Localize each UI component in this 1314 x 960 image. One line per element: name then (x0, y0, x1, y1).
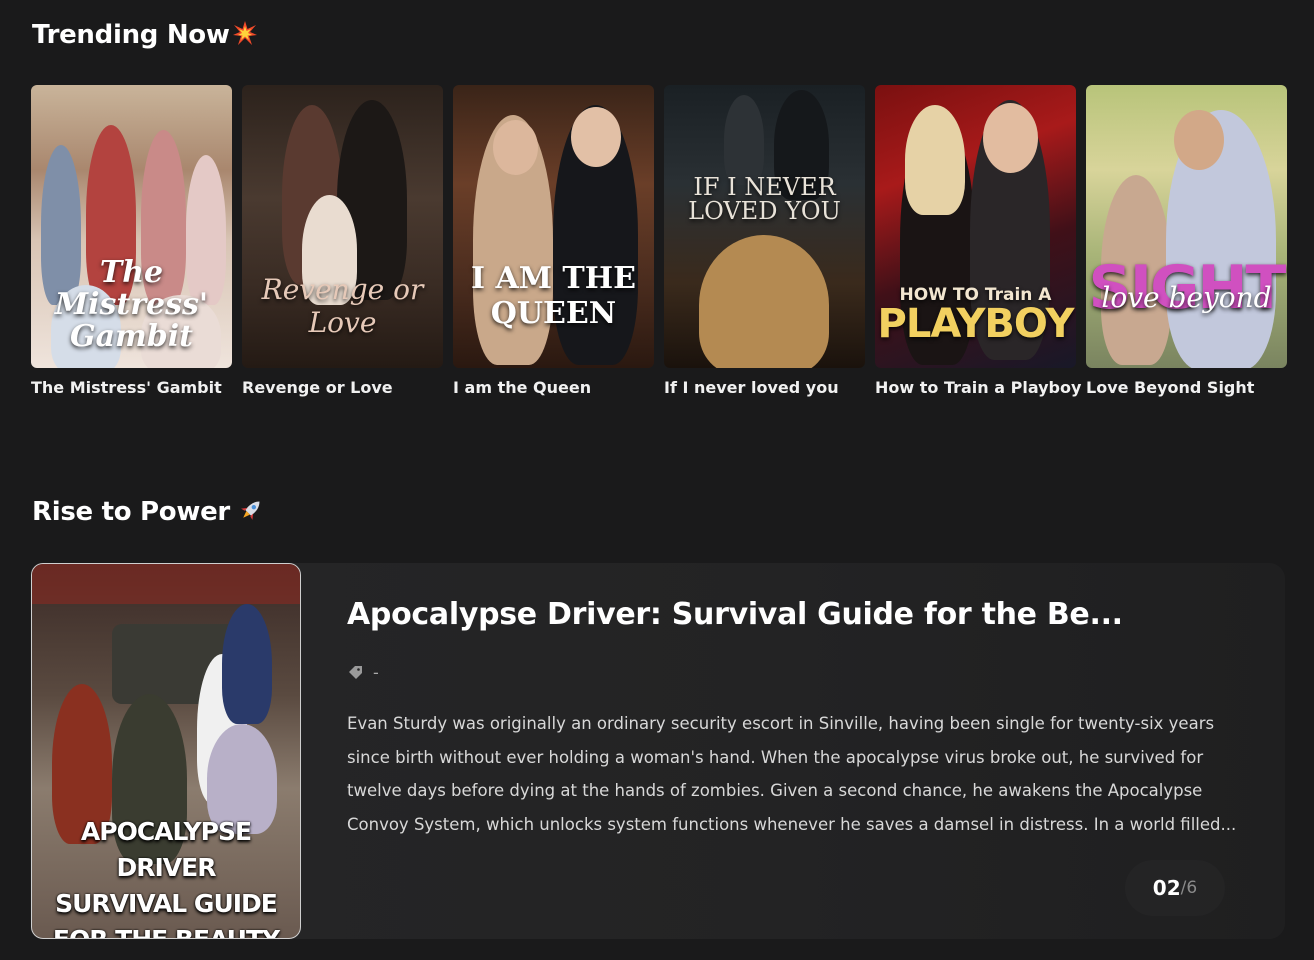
rocket-emoji-icon (241, 501, 260, 520)
trending-list: The Mistress' Gambit The Mistress' Gambi… (31, 85, 1287, 397)
cover-image[interactable]: HOW TO Train A PLAYBOY (875, 85, 1076, 368)
rise-title: Rise to Power (32, 497, 264, 527)
cover-title-text: Revenge or Love (261, 273, 424, 339)
cover-image[interactable]: SIGHT love beyond (1086, 85, 1287, 368)
banner-description: Evan Sturdy was originally an ordinary s… (347, 714, 1237, 834)
card-title[interactable]: How to Train a Playboy (875, 378, 1081, 397)
trending-title: Trending Now (32, 20, 258, 50)
cover-title-bottom-text: PLAYBOY (877, 301, 1075, 347)
cover-line-1: APOCALYPSE DRIVER (80, 817, 252, 882)
card-title[interactable]: The Mistress' Gambit (31, 378, 232, 397)
trending-card-how-to-train-a-playboy[interactable]: HOW TO Train A PLAYBOY How to Train a Pl… (875, 85, 1081, 397)
cover-title-script-text: love beyond (1101, 281, 1272, 314)
banner-cover-title: APOCALYPSE DRIVER SURVIVAL GUIDE FOR THE… (32, 814, 300, 938)
card-title[interactable]: If I never loved you (664, 378, 865, 397)
collision-emoji-icon (232, 21, 257, 45)
cover-title-text: I AM THE QUEEN (471, 261, 636, 331)
counter-current: 02 (1152, 876, 1181, 900)
trending-card-i-am-the-queen[interactable]: I AM THE QUEEN I am the Queen (453, 85, 654, 397)
cover-title-text: IF I NEVER LOVED YOU (688, 173, 841, 225)
slide-counter: 02/6 (1125, 860, 1225, 916)
banner-title[interactable]: Apocalypse Driver: Survival Guide for th… (347, 597, 1123, 632)
trending-card-love-beyond-sight[interactable]: SIGHT love beyond Love Beyond Sight (1086, 85, 1287, 397)
cover-title-text: The Mistress' Gambit (54, 255, 209, 354)
cover-image[interactable]: I AM THE QUEEN (453, 85, 654, 368)
card-title[interactable]: I am the Queen (453, 378, 654, 397)
rise-title-text: Rise to Power (32, 497, 230, 527)
banner-cover-image[interactable]: APOCALYPSE DRIVER SURVIVAL GUIDE FOR THE… (31, 563, 301, 939)
trending-card-revenge-or-love[interactable]: Revenge or Love Revenge or Love (242, 85, 443, 397)
cover-image[interactable]: IF I NEVER LOVED YOU (664, 85, 865, 368)
cover-line-3: FOR THE BEAUTY (32, 922, 300, 938)
card-title[interactable]: Revenge or Love (242, 378, 443, 397)
trending-card-if-i-never-loved-you[interactable]: IF I NEVER LOVED YOU If I never loved yo… (664, 85, 865, 397)
tag-text: - (373, 663, 379, 682)
banner-tag: - (347, 663, 379, 682)
tag-icon (349, 665, 362, 679)
cover-image[interactable]: The Mistress' Gambit (31, 85, 232, 368)
counter-total: /6 (1180, 878, 1198, 898)
cover-line-2: SURVIVAL GUIDE (55, 889, 278, 918)
trending-card-mistress-gambit[interactable]: The Mistress' Gambit The Mistress' Gambi… (31, 85, 232, 397)
cover-image[interactable]: Revenge or Love (242, 85, 443, 368)
featured-banner[interactable]: APOCALYPSE DRIVER SURVIVAL GUIDE FOR THE… (31, 563, 1285, 939)
card-title[interactable]: Love Beyond Sight (1086, 378, 1287, 397)
trending-title-text: Trending Now (32, 20, 230, 50)
